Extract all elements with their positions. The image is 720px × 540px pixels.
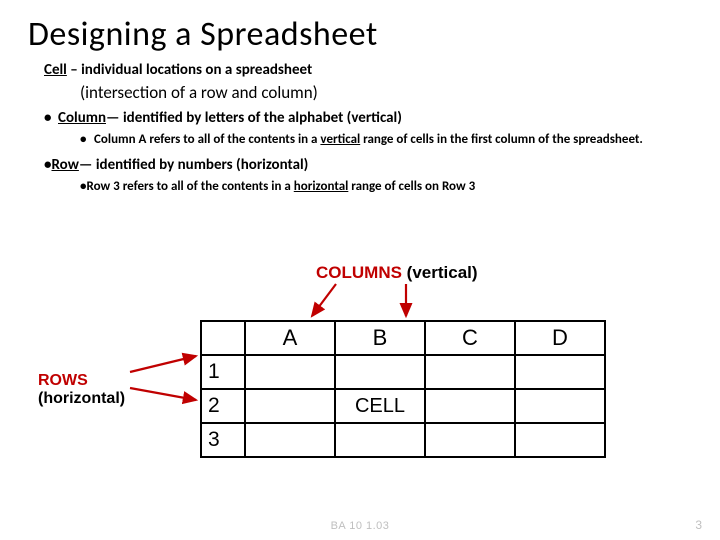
def-row-line: •Row— identified by numbers (horizontal) xyxy=(44,156,676,175)
rows-label: ROWS (horizontal) xyxy=(38,372,125,409)
row-sub-u: horizontal xyxy=(294,179,349,194)
columns-label-paren: (vertical) xyxy=(402,263,478,282)
row-header-2: 2 xyxy=(201,389,245,423)
def-cell-line: Cell – individual locations on a spreads… xyxy=(44,61,676,80)
body-text: Cell – individual locations on a spreads… xyxy=(0,61,720,195)
cell-rest: – individual locations on a spreadsheet xyxy=(67,61,312,79)
cell-a1 xyxy=(245,355,335,389)
column-sub-pre: Column A refers to all of the contents i… xyxy=(94,132,320,147)
row-rest: — identified by numbers (horizontal) xyxy=(79,156,308,174)
cell-d2 xyxy=(515,389,605,423)
def-cell-sub: (intersection of a row and column) xyxy=(44,82,676,103)
def-column-line: •Column— identified by letters of the al… xyxy=(44,109,676,128)
spreadsheet-grid: A B C D 1 2 CELL 3 xyxy=(200,320,606,458)
cell-b3 xyxy=(335,423,425,457)
cell-a2 xyxy=(245,389,335,423)
cell-c2 xyxy=(425,389,515,423)
diagram-area: COLUMNS (vertical) ROWS (horizontal) A B… xyxy=(0,260,720,520)
column-term: Column xyxy=(58,109,106,127)
column-sub-u: vertical xyxy=(320,132,360,147)
row-sub-pre: Row 3 refers to all of the contents in a xyxy=(86,179,293,194)
column-sub-post: range of cells in the first column of th… xyxy=(360,132,643,147)
bullet-icon: • xyxy=(80,132,94,148)
row-sub-post: range of cells on Row 3 xyxy=(348,179,475,194)
columns-label: COLUMNS (vertical) xyxy=(316,263,478,283)
rows-label-red: ROWS xyxy=(38,372,88,389)
col-header-b: B xyxy=(335,321,425,355)
cell-d1 xyxy=(515,355,605,389)
columns-label-red: COLUMNS xyxy=(316,263,402,282)
grid-corner xyxy=(201,321,245,355)
cell-b1 xyxy=(335,355,425,389)
bullet-icon: • xyxy=(44,109,58,128)
cell-term: Cell xyxy=(44,61,67,79)
slide-title: Designing a Spreadsheet xyxy=(0,0,720,61)
def-column-sub: •Column A refers to all of the contents … xyxy=(44,132,676,148)
row-header-1: 1 xyxy=(201,355,245,389)
cell-b2: CELL xyxy=(335,389,425,423)
col-header-c: C xyxy=(425,321,515,355)
cell-d3 xyxy=(515,423,605,457)
rows-label-paren: (horizontal) xyxy=(38,390,125,407)
footer-code: BA 10 1.03 xyxy=(0,520,720,532)
col-header-a: A xyxy=(245,321,335,355)
footer-page-number: 3 xyxy=(695,518,702,532)
def-row-sub: •Row 3 refers to all of the contents in … xyxy=(44,179,676,195)
row-header-3: 3 xyxy=(201,423,245,457)
row-term: Row xyxy=(51,156,78,174)
cell-c3 xyxy=(425,423,515,457)
cell-a3 xyxy=(245,423,335,457)
col-header-d: D xyxy=(515,321,605,355)
cell-c1 xyxy=(425,355,515,389)
column-rest: — identified by letters of the alphabet … xyxy=(106,109,402,127)
